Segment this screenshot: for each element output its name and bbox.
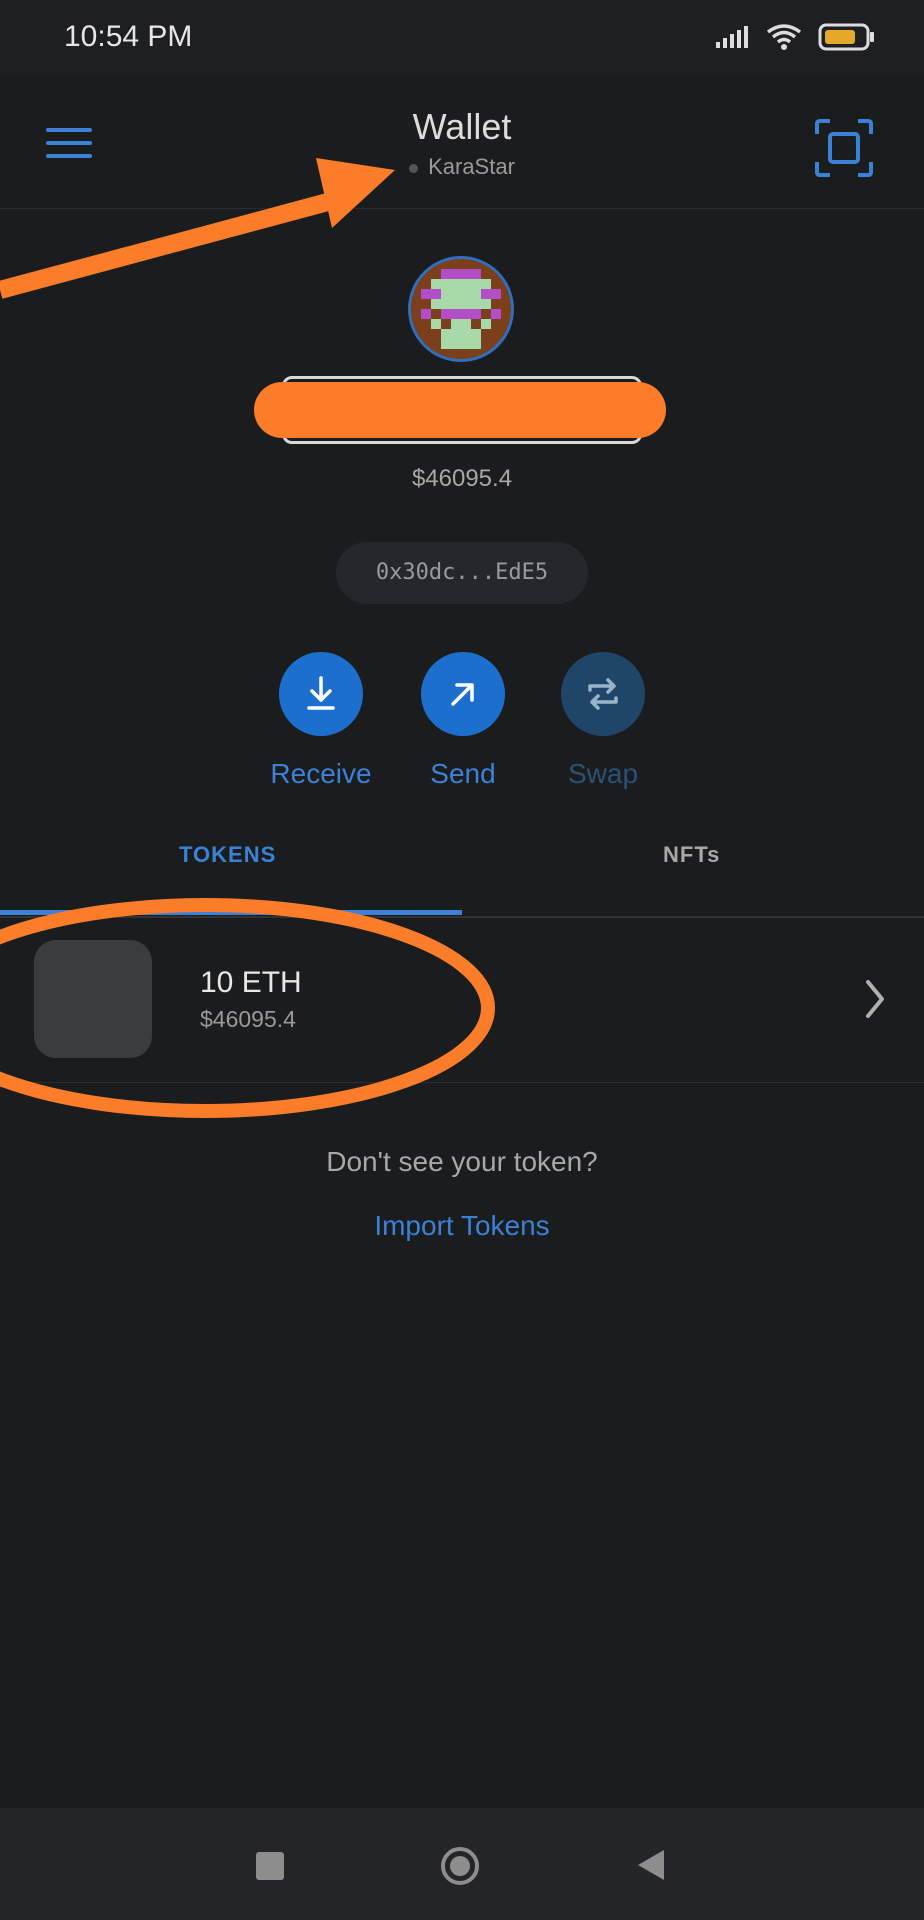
download-icon [307,676,335,710]
chevron-right-icon [866,980,884,1018]
recents-icon[interactable] [256,1852,284,1880]
token-icon [34,940,152,1058]
network-indicator[interactable]: KaraStar [0,154,924,180]
network-name: KaraStar [428,154,515,179]
status-time: 10:54 PM [64,20,193,53]
home-icon[interactable] [440,1846,480,1886]
battery-icon [818,23,874,51]
account-balance: $46095.4 [411,465,513,492]
swap-circle [561,652,645,736]
swap-button[interactable]: Swap [533,652,673,790]
signal-icon [716,26,748,48]
status-bar: 10:54 PM [0,0,924,76]
tab-tokens[interactable]: TOKENS [179,842,276,868]
active-tab-indicator [0,910,462,915]
system-nav-bar [0,1808,924,1920]
receive-button[interactable]: Receive [251,652,391,790]
wifi-icon [766,24,802,50]
status-icons [714,22,876,52]
redaction-mark [254,382,666,438]
import-tokens-link[interactable]: Import Tokens [0,1210,924,1242]
tab-nfts[interactable]: NFTs [663,842,720,868]
send-circle [421,652,505,736]
receive-circle [279,652,363,736]
network-status-dot [409,163,419,173]
identicon-icon [411,259,511,359]
token-fiat-value: $46095.4 [200,1006,296,1032]
token-amount: 10 ETH [200,966,302,999]
send-label: Send [430,758,496,789]
asset-tabs: TOKENS NFTs [0,812,924,918]
annotation-arrow-shaft [0,187,353,299]
scan-icon[interactable] [814,118,874,178]
account-address-button[interactable]: 0x30dc...EdE5 [336,542,588,604]
back-icon[interactable] [636,1848,666,1882]
send-button[interactable]: Send [393,652,533,790]
receive-label: Receive [270,758,372,789]
app-header: Wallet KaraStar [0,76,924,209]
send-arrow-icon [451,683,474,706]
page-title: Wallet [412,106,512,147]
missing-token-prompt: Don't see your token? [326,1146,598,1177]
swap-icon [588,678,618,710]
token-list-item[interactable]: 10 ETH $46095.4 [0,918,924,1083]
swap-label: Swap [567,758,639,789]
account-avatar[interactable] [408,256,514,362]
